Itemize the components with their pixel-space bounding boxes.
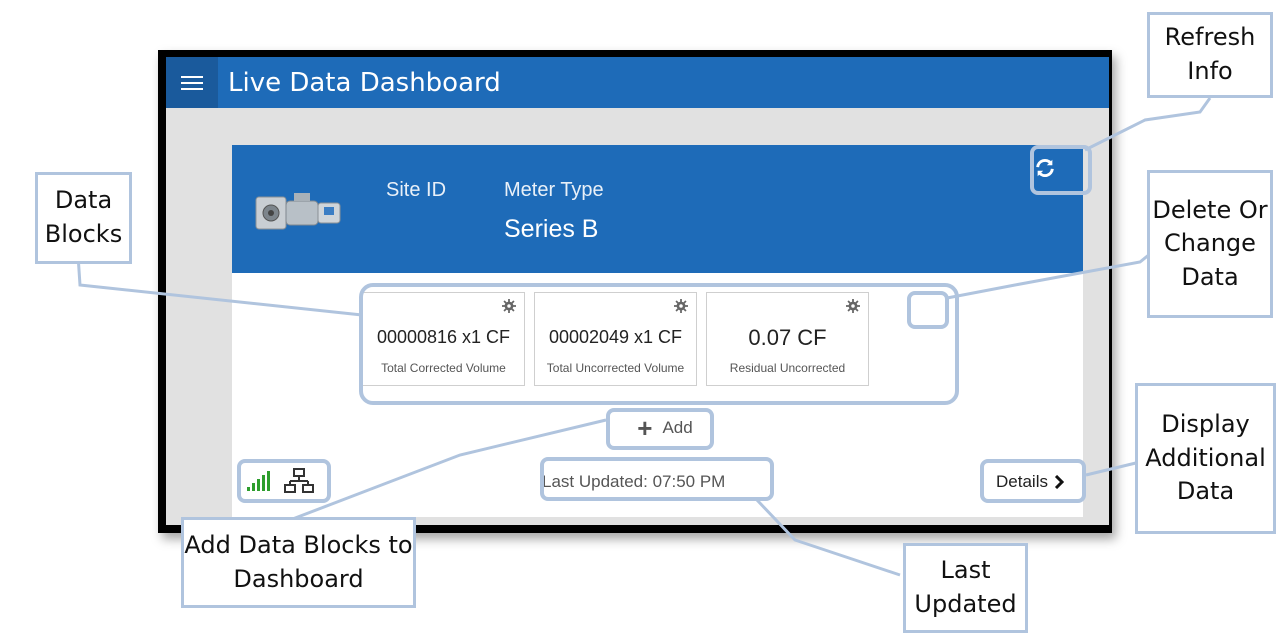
annotation-display-additional: Display Additional Data xyxy=(1135,383,1276,534)
annotation-last-updated: Last Updated xyxy=(903,543,1028,633)
annotation-delete-or-change: Delete Or Change Data xyxy=(1147,170,1273,318)
annotation-data-blocks: Data Blocks xyxy=(35,172,132,264)
annotation-refresh-info: Refresh Info xyxy=(1147,12,1273,98)
annotation-add-data-blocks: Add Data Blocks to Dashboard xyxy=(181,517,416,608)
